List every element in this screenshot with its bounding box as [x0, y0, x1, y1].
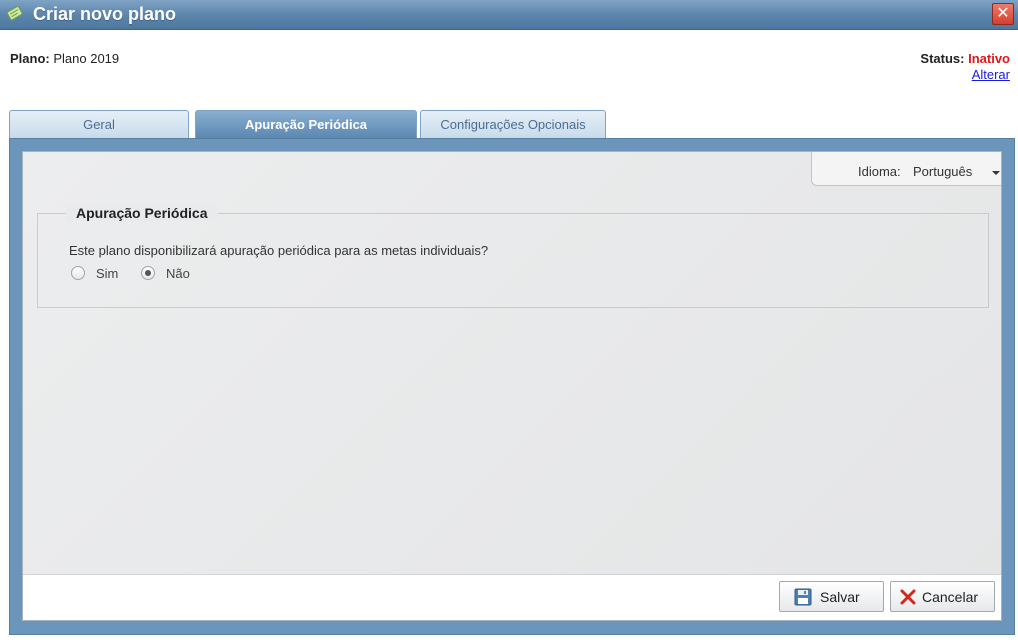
status-label: Status:	[920, 51, 965, 66]
periodic-section: Apuração Periódica Este plano disponibil…	[37, 205, 989, 308]
tab-configuracoes-opcionais[interactable]: Configurações Opcionais	[420, 110, 606, 138]
cancel-button[interactable]: Cancelar	[890, 581, 995, 612]
close-icon: ✕	[996, 5, 1010, 22]
tab-label: Apuração Periódica	[244, 117, 368, 132]
section-title: Apuração Periódica	[66, 205, 218, 221]
save-icon	[794, 588, 812, 606]
window-titlebar: Criar novo plano ✕	[0, 0, 1018, 30]
close-button[interactable]: ✕	[992, 3, 1014, 25]
plan-info: Plano: Plano 2019	[10, 51, 119, 66]
cancel-label: Cancelar	[922, 589, 979, 605]
cancel-icon	[900, 589, 916, 605]
plan-value: Plano 2019	[53, 51, 120, 66]
radio-sim-label[interactable]: Sim	[96, 266, 118, 281]
tab-geral[interactable]: Geral	[9, 110, 189, 138]
tab-apuracao-periodica[interactable]: Apuração Periódica	[195, 110, 417, 138]
window-title: Criar novo plano	[33, 4, 177, 24]
tab-label: Geral	[83, 117, 115, 132]
chevron-down-icon[interactable]	[992, 171, 1000, 175]
change-status-link[interactable]: Alterar	[920, 67, 1010, 82]
language-label: Idioma:	[858, 164, 901, 179]
save-button[interactable]: Salvar	[779, 581, 884, 612]
language-value[interactable]: Português	[913, 164, 972, 179]
save-label: Salvar	[820, 589, 860, 605]
plan-icon	[6, 5, 23, 21]
dialog-footer: Salvar Cancelar	[23, 574, 1001, 620]
radio-nao[interactable]	[141, 266, 155, 280]
tab-strip: Geral Apuração Periódica Configurações O…	[9, 110, 619, 138]
language-selector[interactable]: Idioma: Português	[811, 152, 1001, 186]
radio-nao-label[interactable]: Não	[166, 266, 190, 281]
tab-panel: Idioma: Português Apuração Periódica Est…	[22, 151, 1002, 621]
question-text: Este plano disponibilizará apuração peri…	[69, 243, 489, 258]
tab-label: Configurações Opcionais	[440, 117, 586, 132]
plan-label: Plano:	[10, 51, 50, 66]
radio-sim[interactable]	[71, 266, 85, 280]
status-info: Status: Inativo Alterar	[920, 51, 1010, 82]
status-badge: Inativo	[968, 51, 1010, 66]
